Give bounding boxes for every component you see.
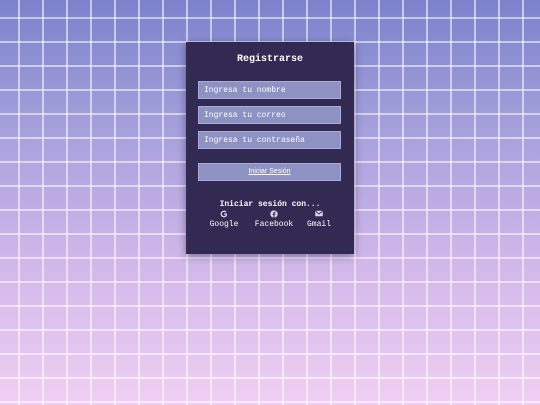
password-input[interactable] xyxy=(198,131,341,149)
name-input[interactable] xyxy=(198,81,341,99)
email-input[interactable] xyxy=(198,106,341,124)
social-login-heading: Iniciar sesión con... xyxy=(219,200,321,209)
social-login-options: Google Facebook Gmail xyxy=(186,210,354,232)
login-button[interactable]: Iniciar Sesión xyxy=(198,163,341,181)
facebook-icon xyxy=(252,210,296,219)
google-login-button[interactable]: Google xyxy=(206,210,242,229)
facebook-login-button[interactable]: Facebook xyxy=(252,210,296,229)
google-icon xyxy=(206,210,242,219)
gmail-label: Gmail xyxy=(306,220,331,229)
facebook-label: Facebook xyxy=(254,220,294,229)
register-card: Registrarse Iniciar Sesión Iniciar sesió… xyxy=(186,42,354,254)
mail-icon xyxy=(304,210,334,219)
gmail-login-button[interactable]: Gmail xyxy=(304,210,334,229)
register-title: Registrarse xyxy=(236,54,303,65)
google-label: Google xyxy=(209,220,239,229)
